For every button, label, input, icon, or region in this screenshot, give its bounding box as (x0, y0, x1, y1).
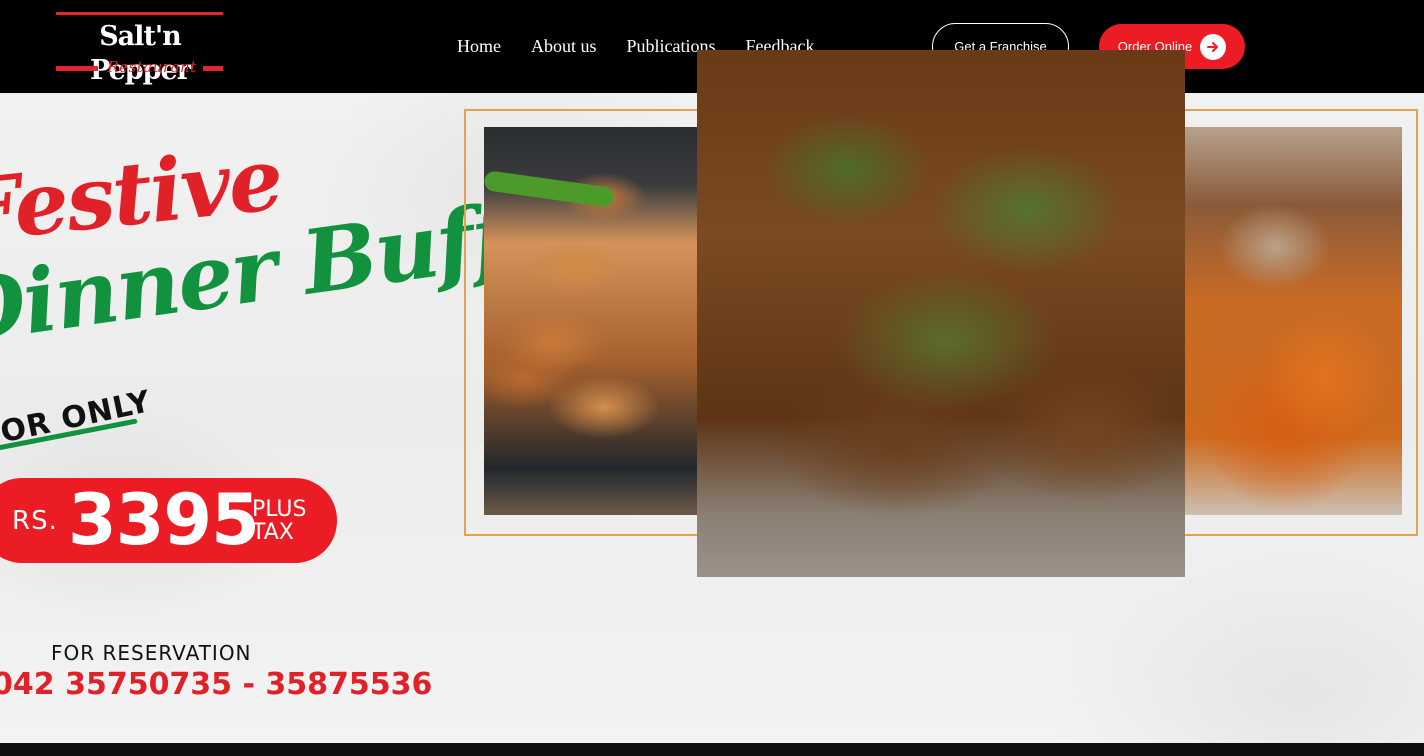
karahi-photo (697, 50, 1185, 577)
price-currency: RS. (12, 506, 58, 536)
logo-subtitle: Restaurant (56, 58, 223, 76)
price-tax-note: PLUS TAX (252, 498, 307, 544)
green-chili-decoration (484, 170, 615, 208)
arrow-right-icon (1200, 33, 1227, 60)
price-amount: 3395 (68, 479, 260, 561)
price-tax-line-1: PLUS (252, 497, 307, 522)
reservation-label: FOR RESERVATION (51, 641, 252, 665)
reservation-phone[interactable]: 042 35750735 - 35875536 (0, 667, 432, 702)
seekh-kebab-photo (484, 127, 698, 515)
price-badge: RS. 3395 PLUS TAX (0, 478, 337, 563)
nihari-photo (1185, 127, 1402, 515)
logo-subtitle-text: Restaurant (107, 58, 197, 76)
nav-about-us[interactable]: About us (531, 35, 597, 57)
site-logo[interactable]: Salt'n Pepper Restaurant (56, 12, 224, 86)
price-tax-line-2: TAX (252, 520, 294, 545)
logo-brand-text: Salt'n Pepper (90, 21, 191, 86)
bottom-strip (0, 743, 1424, 756)
logo-line-right (203, 66, 223, 71)
nav-home[interactable]: Home (457, 35, 501, 57)
logo-top-bar (56, 12, 223, 15)
logo-line-left (56, 66, 98, 71)
